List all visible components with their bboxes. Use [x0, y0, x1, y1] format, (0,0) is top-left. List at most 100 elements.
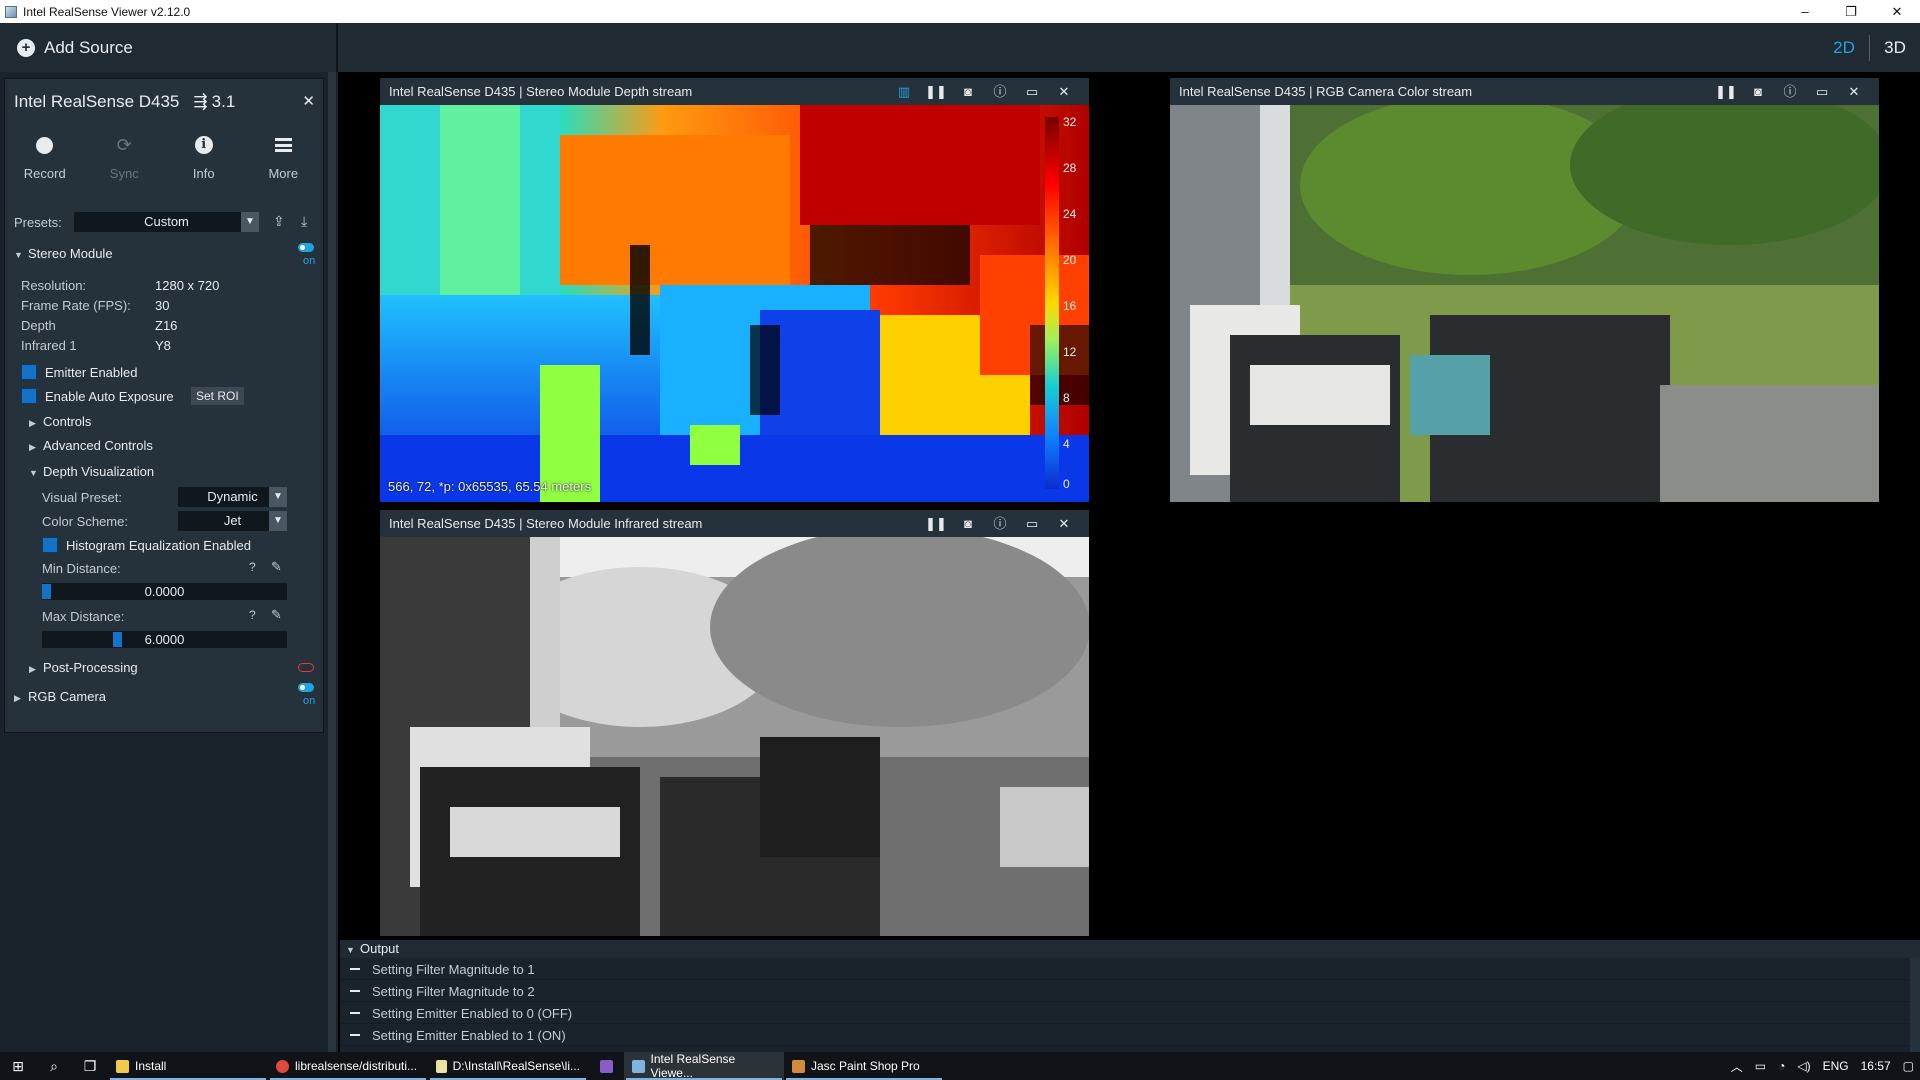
- edit-icon[interactable]: ✎: [271, 607, 282, 623]
- record-button[interactable]: Record: [5, 125, 85, 207]
- pause-icon[interactable]: ❚❚: [1710, 78, 1742, 105]
- volume-icon[interactable]: ◁): [1797, 1059, 1810, 1073]
- histogram-eq-checkbox[interactable]: [42, 537, 58, 553]
- color-stream-titlebar: Intel RealSense D435 | RGB Camera Color …: [1170, 78, 1879, 105]
- more-button[interactable]: More: [244, 125, 324, 207]
- presets-value: Custom: [144, 214, 189, 229]
- visual-preset-select[interactable]: Dynamic ▼: [178, 487, 287, 507]
- taskbar-app-notepad[interactable]: D:\Install\RealSense\li...: [428, 1052, 588, 1080]
- pause-icon[interactable]: ❚❚: [920, 78, 952, 105]
- color-scheme-row: Color Scheme: Jet ▼: [5, 509, 323, 533]
- stereo-module-toggle[interactable]: [298, 243, 314, 252]
- set-roi-button[interactable]: Set ROI: [191, 387, 244, 405]
- more-label: More: [268, 166, 299, 181]
- taskbar-app-install[interactable]: Install: [108, 1052, 268, 1080]
- close-window-button[interactable]: ✕: [1874, 0, 1920, 23]
- dash-icon: [350, 1034, 360, 1036]
- task-view-icon[interactable]: ❐: [72, 1052, 108, 1080]
- depth-stream-view[interactable]: 32 28 24 20 16 12 8 4 0 566, 72, *p: 0x6…: [380, 105, 1089, 502]
- camera-icon[interactable]: ◙: [1742, 78, 1774, 105]
- help-icon[interactable]: ?: [249, 560, 256, 574]
- sidebar-scrollbar[interactable]: [328, 72, 336, 1052]
- resolution-row: Resolution: 1280 x 720: [5, 275, 323, 295]
- max-distance-slider[interactable]: 6.0000: [42, 631, 287, 648]
- info-icon[interactable]: ⓘ: [984, 510, 1016, 537]
- info-button[interactable]: i Info: [164, 125, 244, 207]
- sync-label: Sync: [109, 166, 139, 181]
- color-stream-window: Intel RealSense D435 | RGB Camera Color …: [1170, 78, 1879, 502]
- search-icon[interactable]: ⌕: [36, 1052, 72, 1080]
- edit-icon[interactable]: ✎: [271, 559, 282, 575]
- taskbar-app-label: Jasc Paint Shop Pro: [811, 1059, 920, 1073]
- stereo-module-header[interactable]: ▼ Stereo Module on: [5, 237, 323, 269]
- presets-select[interactable]: Custom ▼: [74, 212, 259, 232]
- pause-icon[interactable]: ❚❚: [920, 510, 952, 537]
- post-processing-row[interactable]: ▶ Post-Processing: [5, 653, 323, 681]
- language-indicator[interactable]: ENG: [1823, 1059, 1849, 1073]
- depth-visualization-row[interactable]: ▼ Depth Visualization: [5, 457, 323, 485]
- help-icon[interactable]: ?: [249, 608, 256, 622]
- post-processing-toggle[interactable]: [298, 663, 314, 672]
- log-line[interactable]: Setting Emitter Enabled to 1 (ON): [340, 1024, 1920, 1046]
- triangle-right-icon: ▶: [29, 417, 36, 428]
- sync-button[interactable]: ⟳ Sync: [85, 125, 165, 207]
- infrared-format-value[interactable]: Y8: [155, 338, 171, 353]
- camera-icon[interactable]: ◙: [952, 78, 984, 105]
- maximize-icon[interactable]: ▭: [1806, 78, 1838, 105]
- windows-start-icon[interactable]: ⊞: [0, 1052, 36, 1080]
- minimize-button[interactable]: –: [1782, 0, 1828, 23]
- info-label: Info: [192, 166, 215, 181]
- app-icon: [5, 5, 17, 18]
- depth-format-value[interactable]: Z16: [155, 318, 177, 333]
- controls-row[interactable]: ▶ Controls: [5, 409, 323, 433]
- add-source-button[interactable]: + Add Source: [0, 23, 338, 72]
- resolution-value[interactable]: 1280 x 720: [155, 278, 219, 293]
- depth-pixel-readout: 566, 72, *p: 0x65535, 65.54 meters: [388, 479, 592, 494]
- log-line[interactable]: Setting Filter Magnitude to 1: [340, 958, 1920, 980]
- wifi-icon[interactable]: ◔: [1778, 1059, 1785, 1073]
- output-header[interactable]: ▼ Output: [340, 940, 1920, 958]
- emitter-enabled-checkbox[interactable]: [21, 364, 37, 380]
- close-icon[interactable]: ✕: [1838, 78, 1870, 105]
- triangle-right-icon: ▶: [29, 441, 36, 452]
- close-icon[interactable]: ✕: [1048, 510, 1080, 537]
- infrared-stream-view[interactable]: [380, 537, 1089, 936]
- log-line[interactable]: Setting Emitter Enabled to 0 (OFF): [340, 1002, 1920, 1024]
- auto-exposure-checkbox[interactable]: [21, 388, 37, 404]
- output-panel: ▼ Output Setting Filter Magnitude to 1 Se…: [340, 940, 1920, 1052]
- window-title: Intel RealSense Viewer v2.12.0: [23, 4, 191, 19]
- taskbar-app-chrome[interactable]: librealsense/distributi...: [268, 1052, 428, 1080]
- taskbar-app-realsense-viewer[interactable]: Intel RealSense Viewe...: [624, 1052, 784, 1080]
- battery-icon[interactable]: ▭: [1755, 1059, 1766, 1073]
- advanced-controls-row[interactable]: ▶ Advanced Controls: [5, 433, 323, 457]
- log-line[interactable]: Setting Filter Magnitude to 2: [340, 980, 1920, 1002]
- restore-button[interactable]: ❐: [1828, 0, 1874, 23]
- scale-tick: 32: [1063, 115, 1077, 129]
- usb-icon: ⇶: [193, 92, 208, 111]
- view-3d-button[interactable]: 3D: [1870, 38, 1920, 58]
- maximize-icon[interactable]: ▭: [1016, 510, 1048, 537]
- maximize-icon[interactable]: ▭: [1016, 78, 1048, 105]
- dash-icon: [350, 1012, 360, 1014]
- download-icon[interactable]: ⤓: [301, 213, 307, 230]
- color-stream-view[interactable]: [1170, 105, 1879, 502]
- output-scrollbar[interactable]: [1910, 958, 1920, 1052]
- notifications-icon[interactable]: ▢: [1903, 1059, 1914, 1073]
- rgb-camera-header[interactable]: ▶ RGB Camera on: [5, 681, 323, 711]
- camera-icon[interactable]: ◙: [952, 510, 984, 537]
- upload-icon[interactable]: ⇪: [273, 213, 285, 230]
- close-device-icon[interactable]: ✕: [302, 92, 315, 110]
- chevron-up-icon[interactable]: ︿: [1731, 1058, 1743, 1075]
- taskbar-app-visual-studio[interactable]: [588, 1052, 624, 1080]
- fps-value[interactable]: 30: [155, 298, 169, 313]
- rgb-camera-toggle[interactable]: [298, 683, 314, 692]
- close-icon[interactable]: ✕: [1048, 78, 1080, 105]
- histogram-icon[interactable]: ▥: [888, 78, 920, 105]
- min-distance-slider[interactable]: 0.0000: [42, 583, 287, 600]
- taskbar-app-paintshop[interactable]: Jasc Paint Shop Pro: [784, 1052, 944, 1080]
- clock[interactable]: 16:57: [1861, 1059, 1891, 1073]
- view-2d-button[interactable]: 2D: [1819, 38, 1869, 58]
- info-icon[interactable]: ⓘ: [984, 78, 1016, 105]
- color-scheme-select[interactable]: Jet ▼: [178, 511, 287, 531]
- info-icon[interactable]: ⓘ: [1774, 78, 1806, 105]
